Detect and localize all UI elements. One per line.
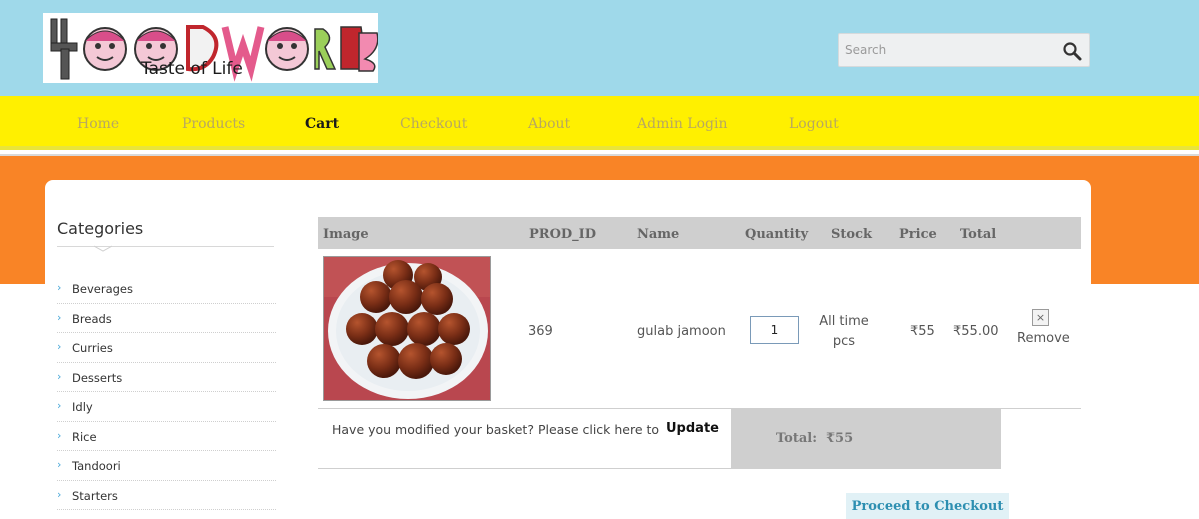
nav-item-products[interactable]: Products [182,116,245,132]
nav-item-admin-login[interactable]: Admin Login [637,116,727,132]
nav-item-logout[interactable]: Logout [789,116,839,132]
category-label: Tandoori [72,459,121,473]
category-label: Beverages [72,282,133,296]
category-item-beverages[interactable]: › Beverages [57,274,276,304]
nav-item-about[interactable]: About [528,116,570,132]
chevron-right-icon: › [57,340,62,353]
category-label: Curries [72,341,113,355]
categories-title: Categories [57,219,144,238]
chevron-right-icon: › [57,310,62,324]
proceed-to-checkout-button[interactable]: Proceed to Checkout [846,493,1009,519]
col-quantity: Quantity [745,227,809,242]
divider-notch [94,245,112,252]
product-image[interactable] [323,256,491,401]
cell-name[interactable]: gulab jamoon [637,324,726,339]
category-item-rice[interactable]: › Rice [57,422,276,451]
col-price: Price [899,227,937,242]
site-header: Taste of Life [0,0,1199,96]
search-input[interactable] [845,40,1045,60]
remove-button[interactable]: Remove [1017,331,1070,346]
category-list: › Beverages › Breads › Curries › Desserts › I… [57,274,276,510]
col-image: Image [323,227,369,242]
category-label: Idly [72,400,93,414]
category-item-desserts[interactable]: › Desserts [57,363,276,392]
col-total: Total [960,227,997,242]
site-logo[interactable]: Taste of Life [43,13,378,83]
logo-tagline: Taste of Life [141,59,243,79]
chevron-right-icon: › [57,399,62,412]
summary-divider [318,468,1001,469]
category-item-idly[interactable]: › Idly [57,392,276,422]
category-label: Desserts [72,370,123,385]
total-value: ₹55 [826,431,854,446]
chevron-right-icon: › [57,369,62,383]
chevron-right-icon: › [57,458,62,471]
category-label: Starters [72,488,118,503]
nav-item-checkout[interactable]: Checkout [400,116,467,132]
col-stock: Stock [831,227,872,242]
chevron-right-icon: › [57,428,62,442]
category-label: Rice [72,429,97,444]
total-label: Total: [776,431,818,446]
categories-divider [57,246,274,247]
search-box [838,33,1090,67]
cell-prod-id: 369 [528,324,553,339]
main-nav: Home Products Cart Checkout About Admin … [0,96,1199,150]
category-item-starters[interactable]: › Starters [57,481,276,510]
chevron-right-icon: › [57,487,62,501]
total-box: Total: ₹55 [731,409,1001,468]
quantity-input[interactable] [750,316,799,344]
cart-table-header: Image PROD_ID Name Quantity Stock Price … [318,217,1081,249]
cell-stock: All time pcs [819,314,869,349]
category-item-curries[interactable]: › Curries [57,333,276,363]
cell-total: ₹55.00 [953,324,999,339]
col-name: Name [637,227,680,242]
basket-prompt: Have you modified your basket? Please cl… [332,422,660,437]
category-item-tandoori[interactable]: › Tandoori [57,451,276,481]
cell-price: ₹55 [910,324,935,339]
nav-item-home[interactable]: Home [77,116,119,132]
close-icon[interactable]: × [1032,309,1049,326]
category-item-breads[interactable]: › Breads [57,304,276,333]
col-prod-id: PROD_ID [529,227,597,242]
category-label: Breads [72,311,112,326]
nav-item-cart[interactable]: Cart [305,116,339,132]
update-button[interactable]: Update [666,421,719,436]
search-icon[interactable] [1061,40,1083,62]
chevron-right-icon: › [57,281,62,294]
